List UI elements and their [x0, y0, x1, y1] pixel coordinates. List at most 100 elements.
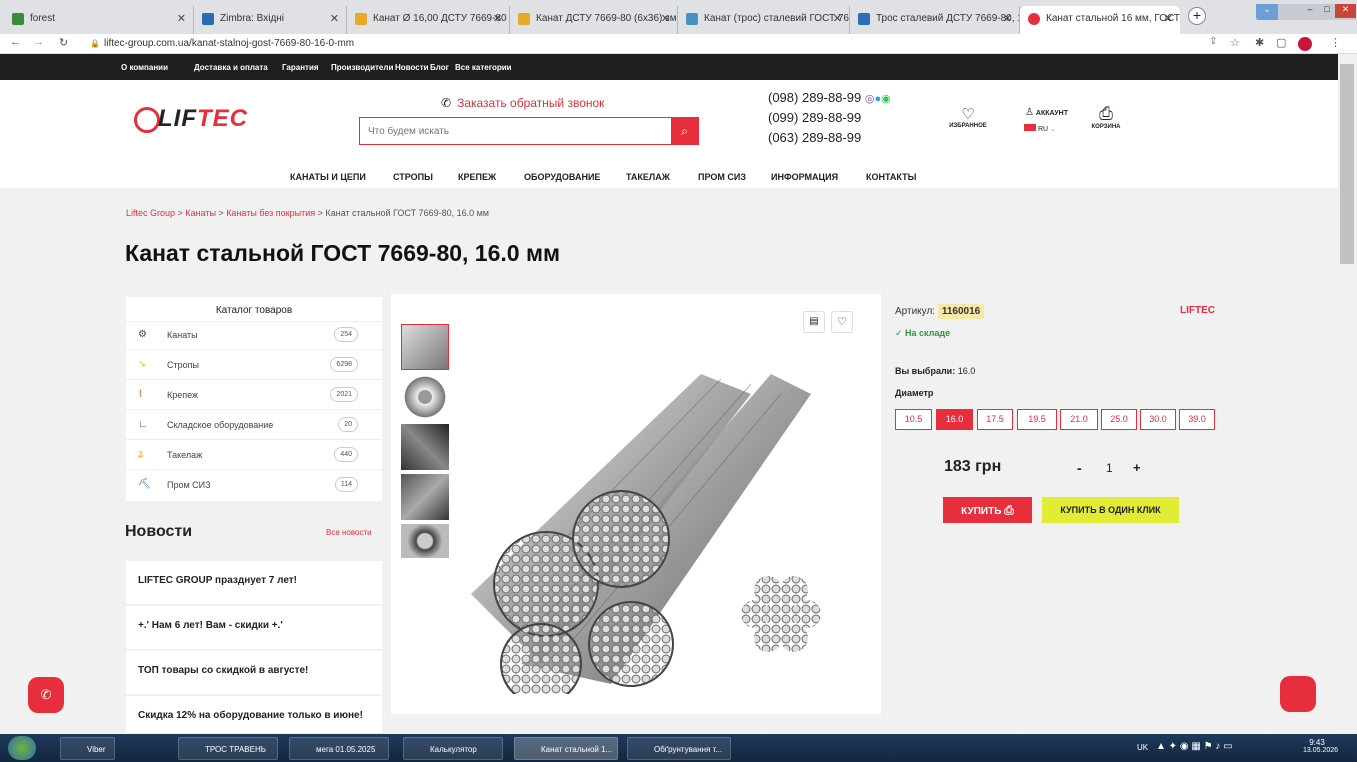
- compare-icon[interactable]: ▤: [803, 311, 825, 333]
- minimize-icon[interactable]: –: [1301, 4, 1319, 18]
- close-tab-icon[interactable]: ✕: [493, 12, 502, 25]
- one-click-buy-button[interactable]: КУПИТЬ В ОДИН КЛИК: [1042, 497, 1179, 523]
- diameter-option[interactable]: 21.0: [1060, 409, 1098, 430]
- taskbar-folder[interactable]: ТРОС ТРАВЕНЬ: [178, 737, 278, 760]
- close-tab-icon[interactable]: ✕: [1003, 12, 1012, 25]
- language-switcher[interactable]: RU ⌄: [1024, 124, 1056, 133]
- phone-number[interactable]: (063) 289-88-99: [768, 130, 861, 145]
- browser-tab[interactable]: Канат (трос) сталевий ГОСТ 766... ✕: [678, 6, 850, 34]
- breadcrumb-link[interactable]: Канаты: [185, 208, 216, 218]
- diameter-option[interactable]: 19.5: [1017, 409, 1057, 430]
- topnav-news-link[interactable]: Новости: [395, 63, 429, 72]
- breadcrumb-link[interactable]: Liftec Group: [126, 208, 175, 218]
- browser-tab[interactable]: Трос сталевий ДСТУ 7669-80, 16...✕: [850, 6, 1020, 34]
- quantity-input[interactable]: 1: [1106, 461, 1113, 475]
- clock[interactable]: 9:43 13.05.2026: [1303, 738, 1338, 754]
- product-main-image[interactable]: [451, 334, 821, 694]
- diameter-option[interactable]: 17.5: [977, 409, 1013, 430]
- cart-link[interactable]: ⎙ КОРЗИНА: [1083, 104, 1129, 130]
- topnav-blog-link[interactable]: Блог: [430, 63, 449, 72]
- news-item[interactable]: +.' Нам 6 лет! Вам - скидки +.': [126, 606, 382, 650]
- taskbar-app-browser[interactable]: Канат стальной 1...: [514, 737, 618, 760]
- nav-contacts[interactable]: КОНТАКТЫ: [866, 172, 916, 182]
- topnav-about-link[interactable]: О компании: [121, 63, 168, 72]
- nav-rigging[interactable]: ТАКЕЛАЖ: [626, 172, 670, 182]
- sidebar-icon[interactable]: ▢: [1276, 36, 1286, 49]
- diameter-option[interactable]: 30.0: [1140, 409, 1176, 430]
- forward-icon[interactable]: →: [33, 36, 44, 48]
- brand-label[interactable]: LIFTEC: [1180, 305, 1215, 316]
- buy-button[interactable]: КУПИТЬ ⎙: [943, 497, 1032, 523]
- catalog-item[interactable]: ∟ Складское оборудование 20: [126, 410, 382, 440]
- topnav-warranty-link[interactable]: Гарантия: [282, 63, 319, 72]
- search-input[interactable]: [360, 118, 670, 144]
- diameter-option[interactable]: 39.0: [1179, 409, 1215, 430]
- floating-chat-button[interactable]: [1280, 676, 1316, 712]
- topnav-manufacturers-link[interactable]: Производители: [331, 63, 393, 72]
- scrollbar-thumb[interactable]: [1340, 64, 1354, 264]
- nav-information[interactable]: ИНФОРМАЦИЯ: [771, 172, 838, 182]
- catalog-item[interactable]: ⛏ Пром СИЗ 114: [126, 470, 382, 500]
- phone-number[interactable]: (098) 289-88-99 ◎●◉: [768, 90, 891, 105]
- favorites-link[interactable]: ♡ ИЗБРАННОЕ: [945, 105, 991, 129]
- gallery-thumbnail[interactable]: [401, 424, 449, 470]
- profile-avatar[interactable]: [1298, 37, 1312, 51]
- breadcrumb-link[interactable]: Канаты без покрытия: [226, 208, 315, 218]
- browser-tab-active[interactable]: Канат стальной 16 мм, ГОСТ 76...✕: [1020, 6, 1180, 34]
- close-tab-icon[interactable]: ✕: [661, 12, 670, 25]
- new-tab-button[interactable]: +: [1188, 7, 1206, 25]
- nav-equipment[interactable]: ОБОРУДОВАНИЕ: [524, 172, 600, 182]
- close-tab-icon[interactable]: ✕: [177, 12, 186, 25]
- browser-tab[interactable]: Канат Ø 16,00 ДСТУ 7669-80 - П...✕: [347, 6, 510, 34]
- share-icon[interactable]: ⇪: [1209, 36, 1217, 47]
- news-item[interactable]: ТОП товары со скидкой в августе!: [126, 651, 382, 695]
- qty-decrease-button[interactable]: -: [1077, 460, 1082, 476]
- catalog-item[interactable]: ⌇ Крепеж 2021: [126, 380, 382, 410]
- page-scrollbar[interactable]: [1338, 54, 1357, 734]
- nav-fasteners[interactable]: КРЕПЕЖ: [458, 172, 496, 182]
- maximize-icon[interactable]: □: [1319, 4, 1335, 18]
- gallery-thumbnail[interactable]: [401, 524, 449, 558]
- taskbar-folder[interactable]: мега 01.05.2025: [289, 737, 389, 760]
- browser-tab[interactable]: Канат ДСТУ 7669-80 (6х36) змащ...✕: [510, 6, 678, 34]
- extensions-icon[interactable]: ✱: [1255, 36, 1264, 49]
- taskbar-app-word[interactable]: Обґрунтування т...: [627, 737, 731, 760]
- browser-tab[interactable]: forest ✕: [4, 6, 194, 34]
- gallery-thumbnail[interactable]: [401, 374, 449, 420]
- close-window-icon[interactable]: ✕: [1335, 4, 1356, 18]
- tab-search-icon[interactable]: ⌄: [1256, 4, 1278, 20]
- close-tab-icon[interactable]: ✕: [833, 12, 842, 25]
- phone-number[interactable]: (099) 289-88-99: [768, 110, 861, 125]
- diameter-option[interactable]: 25.0: [1101, 409, 1137, 430]
- taskbar-app-calculator[interactable]: Калькулятор: [403, 737, 503, 760]
- logo-mark-icon[interactable]: [134, 107, 160, 133]
- browser-tab[interactable]: Zimbra: Вхідні ✕: [194, 6, 347, 34]
- back-icon[interactable]: ←: [10, 36, 21, 48]
- account-link[interactable]: ♙ АККАУНТ: [1025, 107, 1068, 118]
- heart-icon[interactable]: ♡: [831, 311, 853, 333]
- floating-phone-button[interactable]: ✆: [28, 677, 64, 713]
- news-item[interactable]: Скидка 12% на оборудование только в июне…: [126, 696, 382, 734]
- start-button[interactable]: [8, 736, 36, 760]
- keyboard-language[interactable]: UK: [1137, 743, 1148, 752]
- callback-link[interactable]: ✆ Заказать обратный звонок: [441, 96, 604, 110]
- gallery-thumbnail[interactable]: [401, 474, 449, 520]
- gallery-thumbnail[interactable]: [401, 324, 449, 370]
- reload-icon[interactable]: ↻: [59, 36, 68, 49]
- site-logo[interactable]: LIFTEC: [158, 105, 248, 133]
- url-field[interactable]: 🔒 liftec-group.com.ua/kanat-stalnoj-gost-…: [88, 36, 1188, 52]
- whatsapp-icon[interactable]: ◉: [881, 93, 891, 105]
- menu-kebab-icon[interactable]: ⋮: [1330, 36, 1341, 49]
- all-news-link[interactable]: Все новости: [326, 528, 372, 537]
- nav-ppe[interactable]: ПРОМ СИЗ: [698, 172, 746, 182]
- catalog-item[interactable]: ʑ Такелаж 440: [126, 440, 382, 470]
- system-tray-icons[interactable]: ▲ ✦ ◉ ▦ ⚑ ♪ ▭: [1156, 741, 1266, 755]
- bookmark-star-icon[interactable]: ☆: [1230, 36, 1240, 49]
- diameter-option-selected[interactable]: 16.0: [936, 409, 973, 430]
- qty-increase-button[interactable]: +: [1133, 460, 1141, 475]
- catalog-item[interactable]: ➘ Стропы 6298: [126, 350, 382, 380]
- topnav-delivery-link[interactable]: Доставка и оплата: [194, 63, 268, 72]
- diameter-option[interactable]: 10.5: [895, 409, 932, 430]
- nav-slings[interactable]: СТРОПЫ: [393, 172, 433, 182]
- close-tab-icon[interactable]: ✕: [1164, 12, 1173, 25]
